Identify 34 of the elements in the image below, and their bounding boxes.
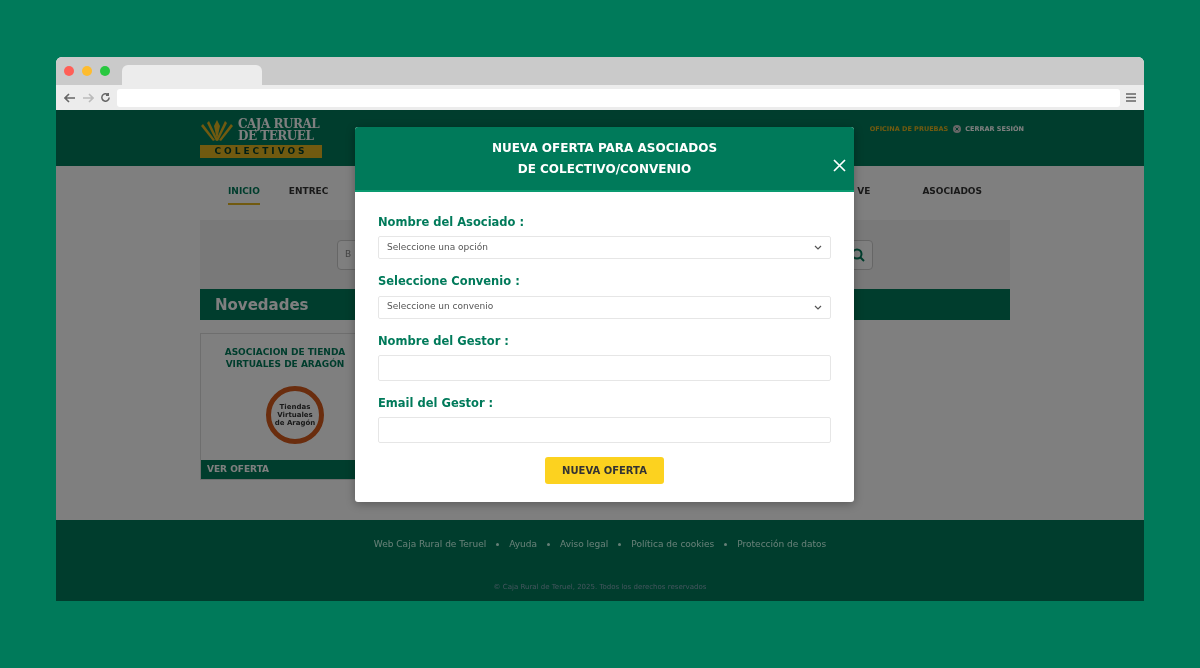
- search-icon[interactable]: [851, 247, 865, 262]
- site-logo[interactable]: CAJA RURAL DE TERUEL COLECTIVOS: [200, 110, 322, 166]
- footer-link[interactable]: Ayuda: [509, 538, 537, 552]
- browser-tab[interactable]: [122, 65, 262, 85]
- chevron-down-icon: [814, 304, 822, 310]
- footer-link[interactable]: Política de cookies: [631, 538, 715, 552]
- wheat-icon: [200, 118, 234, 142]
- text-field[interactable]: [378, 354, 831, 381]
- text-field[interactable]: [378, 417, 831, 443]
- nav-tab[interactable]: ENTREC: [288, 181, 329, 205]
- window-control-dot[interactable]: [82, 66, 92, 76]
- close-circle-icon[interactable]: [953, 125, 962, 133]
- modal-title: NUEVA OFERTA PARA ASOCIADOS DE COLECTIVO/CONVENIO: [491, 139, 718, 178]
- offer-title: ASOCIACION DE TIENDA VIRTUALES DE ARAGÓN: [223, 346, 347, 370]
- field-label: Email del Gestor :: [378, 394, 495, 412]
- chevron-down-icon: [814, 245, 822, 251]
- reload-icon[interactable]: [100, 92, 111, 103]
- nav-tab[interactable]: VE: [857, 181, 871, 205]
- nav-tab[interactable]: INICIO: [228, 181, 260, 205]
- window-control-dot[interactable]: [100, 66, 110, 76]
- field-label: Nombre del Asociado :: [378, 214, 526, 231]
- back-icon[interactable]: [64, 92, 76, 103]
- window-control-dot[interactable]: [64, 66, 74, 76]
- forward-icon[interactable]: [82, 92, 94, 103]
- nav-tab[interactable]: ASOCIADOS: [922, 181, 982, 205]
- field-label: Seleccione Convenio :: [378, 273, 521, 291]
- select-field[interactable]: Seleccione una opción: [378, 236, 831, 260]
- select-field[interactable]: Seleccione un convenio: [378, 295, 831, 319]
- footer-link[interactable]: Aviso legal: [560, 538, 609, 552]
- menu-icon[interactable]: [1126, 93, 1136, 102]
- footer-link[interactable]: Web Caja Rural de Teruel: [373, 538, 487, 552]
- submit-button[interactable]: NUEVA OFERTA: [545, 457, 664, 484]
- field-label: Nombre del Gestor :: [378, 332, 510, 350]
- footer-link[interactable]: Protección de datos: [737, 538, 827, 552]
